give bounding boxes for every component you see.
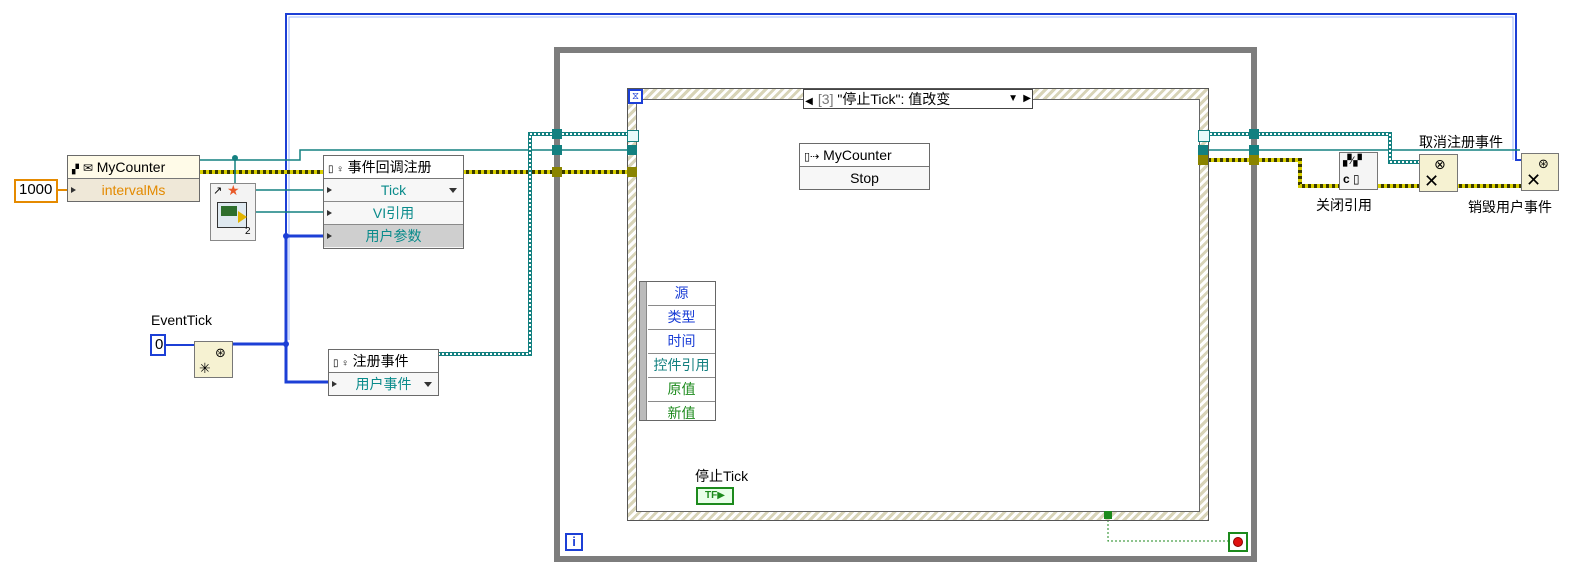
vi-ref-badge: 2	[245, 226, 251, 237]
wire-user-event-register	[284, 344, 328, 384]
register-callback-title: 事件回调注册	[347, 159, 432, 175]
unregister-events-node[interactable]: ⊗ ✕	[1419, 154, 1458, 192]
create-burst-icon: ✳	[199, 360, 211, 376]
event-tick-constant[interactable]: 0	[150, 334, 166, 356]
callback-row-tick[interactable]: Tick	[324, 179, 463, 202]
event-data-type: 类型	[648, 306, 715, 330]
loop-tunnel-1	[552, 129, 562, 139]
stop-tick-label: 停止Tick	[695, 468, 749, 484]
interval-constant[interactable]: 1000	[14, 179, 58, 203]
loop-tunnel-6	[1249, 155, 1259, 165]
destroy-x-icon: ✕	[1526, 170, 1542, 190]
tunnel-class-left	[627, 167, 637, 177]
event-data-ctrlref: 控件引用	[648, 354, 715, 378]
next-case-arrow-icon[interactable]: ▶	[1023, 90, 1031, 108]
event-data-oldval: 原值	[648, 378, 715, 402]
event-data-source: 源	[648, 282, 715, 306]
loop-iteration-terminal: i	[565, 533, 583, 551]
case-dropdown-icon[interactable]: ▼	[1008, 90, 1018, 108]
register-events-title: 注册事件	[352, 353, 409, 369]
vi-ref-arrow-icon: ↗	[213, 185, 223, 197]
tunnel-eventreg-left	[627, 130, 639, 142]
tunnel-teal-right	[1198, 145, 1208, 155]
wire-user-event-callback	[233, 234, 323, 346]
close-ref-label: 关闭引用	[1316, 197, 1372, 213]
interval-ms-field: intervalMs	[68, 179, 199, 201]
vi-ref-star-icon: ★	[227, 182, 240, 198]
close-ref-icon: ▞⁄▞	[1343, 155, 1362, 167]
loop-tunnel-2	[552, 145, 562, 155]
event-data-newval: 新值	[667, 405, 696, 421]
close-c-icon: c ▯	[1343, 172, 1360, 186]
unregister-x-icon: ✕	[1424, 171, 1440, 191]
destroy-user-event-node[interactable]: ⊛ ✕	[1521, 153, 1559, 191]
case-index: [3]	[817, 91, 834, 107]
loop-tunnel-3	[552, 167, 562, 177]
event-data-node[interactable]: 源 类型 时间 控件引用 原值 新值	[639, 281, 716, 421]
user-event-icon: ⊛	[215, 345, 226, 360]
close-reference-node[interactable]: ▞⁄▞ c ▯	[1339, 152, 1378, 190]
mycounter-left-node[interactable]: ▞ ✉ MyCounter intervalMs	[67, 155, 200, 202]
static-vi-reference[interactable]: ↗ ★ 2	[210, 182, 256, 241]
stop-tick-terminal[interactable]: TF▶	[696, 487, 734, 505]
mycounter-stop-method: Stop	[850, 170, 879, 186]
loop-tunnel-4	[1249, 129, 1259, 139]
mycounter-stop-title: MyCounter	[823, 147, 892, 163]
mycounter-stop-node[interactable]: ▯⇢ MyCounter Stop	[799, 143, 930, 190]
tunnel-eventreg-right	[1198, 130, 1210, 142]
property-node-icon: ▞	[72, 164, 79, 174]
mycounter-left-title: MyCounter	[96, 159, 166, 175]
invoke-node-icon: ▯⇢	[804, 151, 820, 163]
tunnel-class-right	[1198, 155, 1208, 165]
case-label: "停止Tick": 值改变	[837, 91, 951, 107]
register-events-node[interactable]: ▯ ♀ 注册事件 用户事件	[328, 349, 439, 396]
event-tick-label: EventTick	[151, 312, 212, 328]
callback-node-icon: ▯ ♀	[328, 164, 344, 175]
callback-row-userparam[interactable]: 用户参数	[324, 225, 463, 247]
register-callback-node[interactable]: ▯ ♀ 事件回调注册 Tick VI引用 用户参数	[323, 155, 464, 249]
tunnel-teal-left	[627, 145, 637, 155]
loop-stop-terminal[interactable]	[1228, 532, 1248, 552]
register-events-row[interactable]: 用户事件	[329, 373, 438, 395]
unregister-label: 取消注册事件	[1419, 134, 1503, 150]
envelope-icon: ✉	[82, 161, 93, 175]
create-user-event-node[interactable]: ⊛ ✳	[194, 341, 233, 378]
prev-case-arrow-icon[interactable]: ◀	[804, 93, 814, 111]
callback-row-viref[interactable]: VI引用	[324, 202, 463, 225]
event-timeout-icon[interactable]: ⧖	[628, 89, 643, 104]
register-node-icon: ▯ ♀	[333, 358, 349, 369]
loop-tunnel-5	[1249, 145, 1259, 155]
event-data-time: 时间	[648, 330, 715, 354]
event-case-selector[interactable]: ◀ [3] "停止Tick": 值改变 ▼ ▶	[803, 89, 1033, 109]
stop-output-tunnel	[1104, 511, 1112, 519]
destroy-label: 销毁用户事件	[1468, 199, 1552, 215]
vi-icon	[217, 202, 247, 228]
